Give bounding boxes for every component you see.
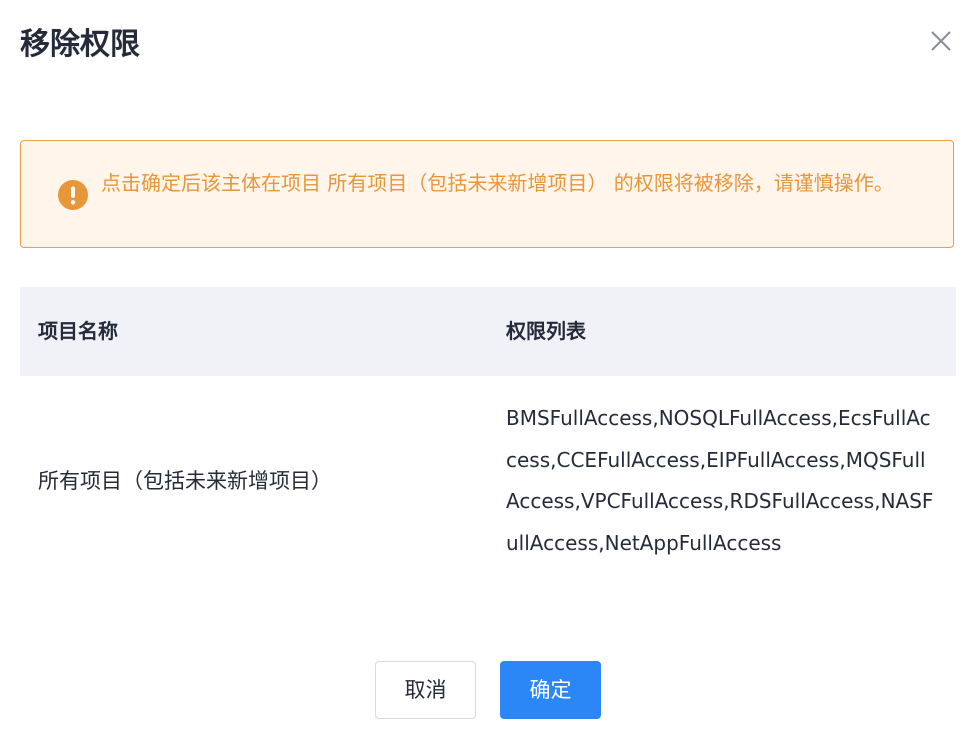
- permissions-table: 项目名称 权限列表 所有项目（包括未来新增项目） BMSFullAccess,N…: [20, 287, 956, 591]
- project-name-cell: 所有项目（包括未来新增项目）: [38, 469, 332, 493]
- confirm-button[interactable]: 确定: [500, 661, 601, 719]
- column-header-project: 项目名称: [38, 319, 118, 343]
- exclamation-circle-icon: [58, 180, 88, 210]
- table-header: 项目名称 权限列表: [20, 287, 956, 376]
- dialog-title: 移除权限: [20, 27, 140, 62]
- permission-list-cell: BMSFullAccess,NOSQLFullAccess,EcsFullAcc…: [506, 406, 934, 555]
- close-icon[interactable]: [928, 28, 954, 54]
- warning-alert: 点击确定后该主体在项目 所有项目（包括未来新增项目） 的权限将被移除，请谨慎操作…: [20, 140, 954, 248]
- table-row: 所有项目（包括未来新增项目） BMSFullAccess,NOSQLFullAc…: [20, 376, 956, 591]
- alert-message: 点击确定后该主体在项目 所有项目（包括未来新增项目） 的权限将被移除，请谨慎操作…: [101, 171, 894, 195]
- cancel-button[interactable]: 取消: [375, 661, 476, 719]
- column-header-permissions: 权限列表: [506, 319, 586, 343]
